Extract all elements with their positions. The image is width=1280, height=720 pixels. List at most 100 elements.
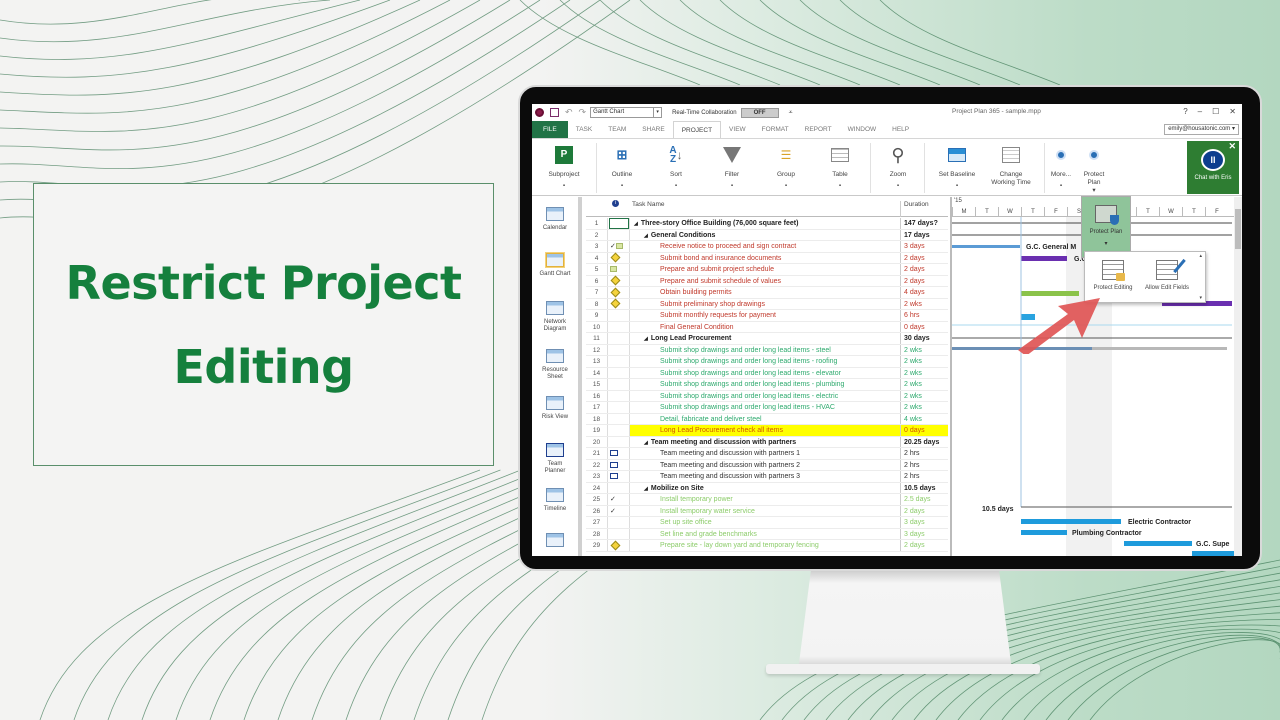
realtime-toggle[interactable]: OFF: [740, 107, 779, 118]
collapse-icon[interactable]: ◢: [644, 440, 648, 446]
view-resource-sheet[interactable]: Resource Sheet: [532, 349, 578, 381]
row-number[interactable]: 12: [586, 344, 608, 355]
chat-with-eris-button[interactable]: ✕ II Chat with Eris: [1187, 141, 1239, 194]
table-row[interactable]: 22 Team meeting and discussion with partn…: [586, 459, 948, 471]
tab-window[interactable]: WINDOW: [840, 121, 885, 138]
tab-team[interactable]: TEAM: [600, 121, 634, 138]
task-name-cell[interactable]: Submit shop drawings and order long lead…: [630, 402, 900, 413]
task-name-cell[interactable]: Submit shop drawings and order long lead…: [630, 345, 900, 356]
table-row[interactable]: 17 Submit shop drawings and order long le…: [586, 402, 948, 414]
sort-button[interactable]: A Z ↓ Sort ▪: [654, 143, 698, 190]
row-number[interactable]: 5: [586, 264, 608, 275]
row-number[interactable]: 11: [586, 333, 608, 344]
task-name-cell[interactable]: Team meeting and discussion with partner…: [630, 448, 900, 459]
view-more[interactable]: [532, 533, 578, 551]
task-name-cell[interactable]: Set line and grade benchmarks: [630, 529, 900, 540]
save-icon[interactable]: [550, 108, 559, 117]
table-row[interactable]: 19 Long Lead Procurement check all items 0…: [586, 425, 948, 437]
redo-icon[interactable]: ↷: [579, 107, 587, 118]
task-name-cell[interactable]: Submit preliminary shop drawings: [630, 299, 900, 310]
row-number[interactable]: 9: [586, 310, 608, 321]
tab-share[interactable]: SHARE: [634, 121, 672, 138]
duration-cell[interactable]: 2 wks: [900, 390, 948, 401]
filter-button[interactable]: Filter ▪: [710, 143, 754, 190]
set-baseline-button[interactable]: Set Baseline ▪: [932, 143, 982, 190]
row-number[interactable]: 16: [586, 390, 608, 401]
task-name-cell[interactable]: ◢ Long Lead Procurement: [630, 333, 900, 344]
table-row[interactable]: 9 Submit monthly requests for payment 6 hr…: [586, 310, 948, 322]
duration-cell[interactable]: 2 days: [900, 540, 948, 551]
task-name-cell[interactable]: Long Lead Procurement check all items: [630, 425, 900, 436]
table-row[interactable]: 3 ✓ Receive notice to proceed and sign con…: [586, 241, 948, 253]
table-row[interactable]: 8 Submit preliminary shop drawings 2 wks: [586, 298, 948, 310]
row-number[interactable]: 22: [586, 459, 608, 470]
table-row[interactable]: 6 Prepare and submit schedule of values 2 …: [586, 275, 948, 287]
task-bar[interactable]: [1021, 519, 1121, 524]
row-number[interactable]: 28: [586, 528, 608, 539]
task-name-cell[interactable]: ◢ Team meeting and discussion with partne…: [630, 437, 900, 448]
task-name-cell[interactable]: Install temporary water service: [630, 506, 900, 517]
duration-cell[interactable]: 0 days: [900, 425, 948, 436]
subproject-button[interactable]: P Subproject ▪: [542, 143, 586, 190]
row-number[interactable]: 13: [586, 356, 608, 367]
row-number[interactable]: 25: [586, 494, 608, 505]
duration-cell[interactable]: 3 days: [900, 241, 948, 252]
account-selector[interactable]: emily@housatonic.com ▾: [1164, 124, 1239, 135]
duration-cell[interactable]: 2 days: [900, 252, 948, 263]
duration-cell[interactable]: 3 days: [900, 528, 948, 539]
info-column-icon[interactable]: i: [612, 200, 619, 207]
table-row[interactable]: 27 Set up site office 3 days: [586, 517, 948, 529]
minimize-button[interactable]: –: [1198, 107, 1202, 116]
table-row[interactable]: 5 Prepare and submit project schedule 2 da…: [586, 264, 948, 276]
protect-editing-item[interactable]: Protect Editing: [1087, 260, 1139, 291]
table-row[interactable]: 7 Obtain building permits 4 days: [586, 287, 948, 299]
task-name-cell[interactable]: Install temporary power: [630, 494, 900, 505]
duration-cell[interactable]: 0 days: [900, 321, 948, 332]
collapse-icon[interactable]: ◢: [644, 336, 648, 342]
duration-cell[interactable]: 2 wks: [900, 367, 948, 378]
tab-report[interactable]: REPORT: [797, 121, 840, 138]
task-name-cell[interactable]: Submit bond and insurance documents: [630, 253, 900, 264]
table-row[interactable]: 25 ✓ Install temporary power 2.5 days: [586, 494, 948, 506]
menu-scroll-down-icon[interactable]: ▾: [1199, 295, 1202, 301]
table-row[interactable]: 15 Submit shop drawings and order long le…: [586, 379, 948, 391]
task-name-cell[interactable]: Prepare and submit project schedule: [630, 264, 900, 275]
table-row[interactable]: 20 ◢ Team meeting and discussion with part…: [586, 436, 948, 448]
task-name-cell[interactable]: Set up site office: [630, 517, 900, 528]
duration-header[interactable]: Duration: [900, 201, 929, 217]
task-name-cell[interactable]: Submit shop drawings and order long lead…: [630, 379, 900, 390]
view-selector[interactable]: Gantt Chart ▾: [590, 107, 663, 118]
duration-cell[interactable]: 2 days: [900, 505, 948, 516]
task-bar[interactable]: [952, 245, 1020, 248]
duration-cell[interactable]: 2 wks: [900, 402, 948, 413]
row-number[interactable]: 21: [586, 448, 608, 459]
row-number[interactable]: 29: [586, 540, 608, 551]
protect-plan-ribbon-button[interactable]: Protect Plan ▾: [1078, 143, 1110, 195]
duration-cell[interactable]: 2 days: [900, 275, 948, 286]
menu-scroll-up-icon[interactable]: ▴: [1199, 253, 1202, 259]
duration-cell[interactable]: 2 hrs: [900, 471, 948, 482]
row-number[interactable]: 1: [586, 218, 608, 229]
table-row[interactable]: 4 Submit bond and insurance documents 2 da…: [586, 252, 948, 264]
scrollbar-thumb[interactable]: [1235, 209, 1241, 249]
row-number[interactable]: 3: [586, 241, 608, 252]
task-name-cell[interactable]: Submit monthly requests for payment: [630, 310, 900, 321]
task-name-cell[interactable]: Receive notice to proceed and sign contr…: [630, 241, 900, 252]
table-row[interactable]: 24 ◢ Mobilize on Site 10.5 days: [586, 482, 948, 494]
row-number[interactable]: 18: [586, 413, 608, 424]
table-row[interactable]: 14 Submit shop drawings and order long le…: [586, 367, 948, 379]
group-button[interactable]: ☰ Group ▪: [764, 143, 808, 190]
task-bar[interactable]: [1192, 551, 1234, 556]
duration-cell[interactable]: 20.25 days: [900, 436, 948, 447]
row-number[interactable]: 14: [586, 367, 608, 378]
table-row[interactable]: 29 Prepare site - lay down yard and tempo…: [586, 540, 948, 552]
task-name-cell[interactable]: ◢ Mobilize on Site: [630, 483, 900, 494]
duration-cell[interactable]: 2 wks: [900, 356, 948, 367]
table-row[interactable]: 12 Submit shop drawings and order long le…: [586, 344, 948, 356]
duration-cell[interactable]: 2.5 days: [900, 494, 948, 505]
table-row[interactable]: 23 Team meeting and discussion with partn…: [586, 471, 948, 483]
table-row[interactable]: 18 Detail, fabricate and deliver steel 4 w…: [586, 413, 948, 425]
task-bar[interactable]: [1124, 541, 1192, 546]
task-name-cell[interactable]: Submit shop drawings and order long lead…: [630, 356, 900, 367]
maximize-button[interactable]: ☐: [1212, 107, 1219, 116]
